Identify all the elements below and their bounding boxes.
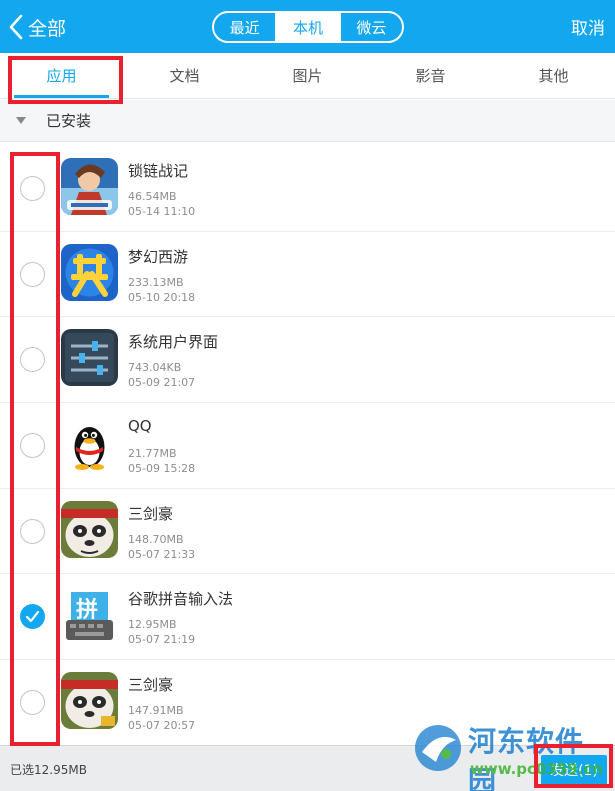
tab-documents[interactable]: 文档 <box>123 53 246 98</box>
checkmark-icon <box>25 611 40 623</box>
app-date: 05-14 11:10 <box>128 205 196 218</box>
watermark-title: 河东软件园 <box>468 725 585 791</box>
select-radio[interactable] <box>20 690 45 716</box>
app-size: 148.70MB <box>128 532 184 546</box>
select-radio-checked[interactable] <box>20 604 45 630</box>
select-radio[interactable] <box>20 433 45 459</box>
app-size: 743.04KB <box>128 361 182 375</box>
segment-local[interactable]: 本机 <box>275 13 339 41</box>
app-size: 147.91MB <box>128 704 184 718</box>
back-label: 全部 <box>28 17 67 40</box>
app-date: 05-07 21:19 <box>128 633 196 647</box>
watermark-url: www.pc0359.cn <box>470 760 603 778</box>
panda-warrior-icon <box>61 500 118 558</box>
list-item[interactable]: 三剑豪 148.70MB 05-07 21:33 <box>0 489 615 575</box>
watermark: 河东软件园 www.pc0359.cn <box>410 720 610 791</box>
section-label: 已安装 <box>46 112 92 130</box>
list-item[interactable]: 梦幻西游 233.13MB 05-10 20:18 <box>0 232 615 318</box>
select-radio[interactable] <box>20 176 45 201</box>
caret-down-icon <box>16 117 26 124</box>
list-item[interactable]: 锁链战记 46.54MB 05-14 11:10 <box>0 146 615 232</box>
app-date: 05-07 21:33 <box>128 547 196 561</box>
app-date: 05-10 20:18 <box>128 290 196 304</box>
select-radio[interactable] <box>20 347 45 373</box>
chevron-left-icon <box>9 14 23 40</box>
list-item[interactable]: QQ 21.77MB 05-09 15:28 <box>0 403 615 489</box>
selected-size-text: 已选12.95MB <box>10 763 87 777</box>
app-size: 12.95MB <box>128 618 177 632</box>
app-name: 三剑豪 <box>128 676 174 695</box>
app-size: 233.13MB <box>128 275 184 289</box>
app-size: 21.77MB <box>128 447 177 461</box>
app-name: 三剑豪 <box>128 504 174 523</box>
app-date: 05-09 15:28 <box>128 462 196 476</box>
tab-media[interactable]: 影音 <box>369 53 492 98</box>
panda-warrior-icon <box>61 672 118 730</box>
select-radio[interactable] <box>20 261 45 287</box>
tab-apps[interactable]: 应用 <box>0 53 123 98</box>
app-name: 梦幻西游 <box>128 247 189 266</box>
select-radio[interactable] <box>20 518 45 544</box>
app-name: 系统用户界面 <box>128 333 219 352</box>
dream-glyph-icon <box>61 243 118 301</box>
cancel-button[interactable]: 取消 <box>571 14 605 39</box>
segment-recent[interactable]: 最近 <box>214 13 275 41</box>
pinyin-glyph: 拼 <box>76 598 99 624</box>
app-name: 锁链战记 <box>128 162 189 180</box>
section-installed-header[interactable]: 已安装 <box>0 100 615 142</box>
list-item[interactable]: 系统用户界面 743.04KB 05-09 21:07 <box>0 317 615 404</box>
source-segmented-control: 最近 本机 微云 <box>212 11 404 43</box>
app-name: QQ <box>128 417 152 436</box>
tab-other[interactable]: 其他 <box>492 53 615 98</box>
keyboard-pinyin-icon: 拼 <box>61 586 118 644</box>
app-date: 05-09 21:07 <box>128 376 196 390</box>
segment-weiyun[interactable]: 微云 <box>338 13 402 41</box>
penguin-icon <box>61 415 118 473</box>
app-date: 05-07 20:57 <box>128 719 196 733</box>
app-list: 锁链战记 46.54MB 05-14 11:10 梦幻西游 233.13MB 0… <box>0 146 615 746</box>
game-anime-warrior-icon <box>61 158 118 215</box>
sliders-icon <box>61 329 118 387</box>
app-size: 46.54MB <box>128 190 177 203</box>
watermark-logo-icon <box>415 725 461 771</box>
tab-images[interactable]: 图片 <box>246 53 369 98</box>
back-button[interactable]: 全部 <box>8 10 66 44</box>
top-bar: 全部 最近 本机 微云 取消 <box>0 0 615 53</box>
category-tabs: 应用 文档 图片 影音 其他 <box>0 53 615 99</box>
app-name: 谷歌拼音输入法 <box>128 590 234 609</box>
list-item[interactable]: 拼 谷歌拼音输入法 12.95MB 05-07 21:19 <box>0 574 615 661</box>
